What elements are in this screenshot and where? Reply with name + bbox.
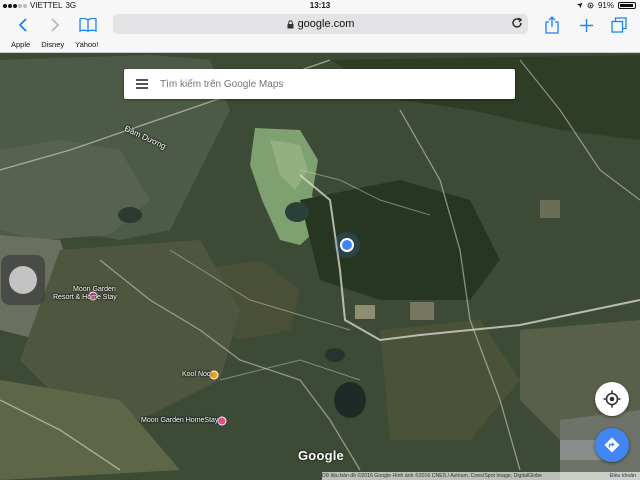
tabs-button[interactable]	[608, 14, 630, 36]
battery-percent: 91%	[597, 1, 614, 10]
back-button[interactable]	[12, 14, 34, 36]
maps-search-input[interactable]	[158, 77, 492, 91]
address-bar[interactable]: google.com	[113, 14, 528, 34]
satellite-map[interactable]: Đầm Dương Moon Garden Resort & Home Stay…	[0, 53, 640, 480]
url-text: google.com	[297, 18, 355, 30]
book-icon	[79, 18, 97, 32]
favorites-bar: Apple Disney Yahoo!	[11, 40, 98, 49]
chevron-right-icon	[51, 18, 60, 32]
new-tab-button[interactable]	[575, 14, 597, 36]
status-bar: VIETTEL 3G 13:13 91%	[0, 0, 640, 12]
browser-toolbar: google.com Apple Disney Yahoo!	[0, 12, 640, 53]
satellite-imagery	[0, 53, 640, 480]
bookmark-disney[interactable]: Disney	[41, 40, 64, 49]
assistive-touch-knob	[9, 266, 37, 294]
battery-icon	[618, 2, 636, 9]
forward-button[interactable]	[44, 14, 66, 36]
share-button[interactable]	[541, 14, 563, 36]
map-label-moon-garden-resort[interactable]: Moon Garden	[73, 286, 116, 293]
map-label-kool-noo[interactable]: Kool Noo	[182, 371, 211, 378]
bookmark-yahoo[interactable]: Yahoo!	[75, 40, 98, 49]
share-icon	[545, 16, 559, 34]
lock-icon	[287, 19, 294, 28]
plus-icon	[579, 18, 593, 32]
google-logo: Google	[298, 448, 344, 463]
clock: 13:13	[309, 1, 331, 10]
bookmarks-button[interactable]	[77, 14, 99, 36]
directions-icon	[604, 437, 620, 453]
reload-icon[interactable]	[511, 17, 523, 29]
terms-link[interactable]: Điều khoản	[610, 472, 636, 480]
map-label-moon-garden-homestay[interactable]: Moon Garden HomeStay	[141, 417, 218, 424]
current-location-marker	[340, 238, 354, 252]
hamburger-menu-icon[interactable]	[136, 77, 148, 92]
map-attribution: Dữ liệu bản đồ ©2016 Google Hình ảnh ©20…	[322, 472, 640, 480]
directions-button[interactable]	[595, 428, 629, 462]
orientation-lock-icon	[587, 2, 594, 9]
map-label-moon-garden-resort-line2[interactable]: Resort & Home Stay	[53, 294, 117, 301]
attribution-text: Dữ liệu bản đồ ©2016 Google Hình ảnh ©20…	[322, 473, 542, 479]
tabs-icon	[611, 17, 627, 33]
assistive-touch-button[interactable]	[1, 255, 45, 305]
bookmark-apple[interactable]: Apple	[11, 40, 30, 49]
location-services-icon	[576, 2, 583, 9]
my-location-button[interactable]	[595, 382, 629, 416]
chevron-left-icon	[18, 18, 27, 32]
maps-search-box[interactable]	[124, 69, 515, 99]
crosshair-icon	[603, 390, 621, 408]
